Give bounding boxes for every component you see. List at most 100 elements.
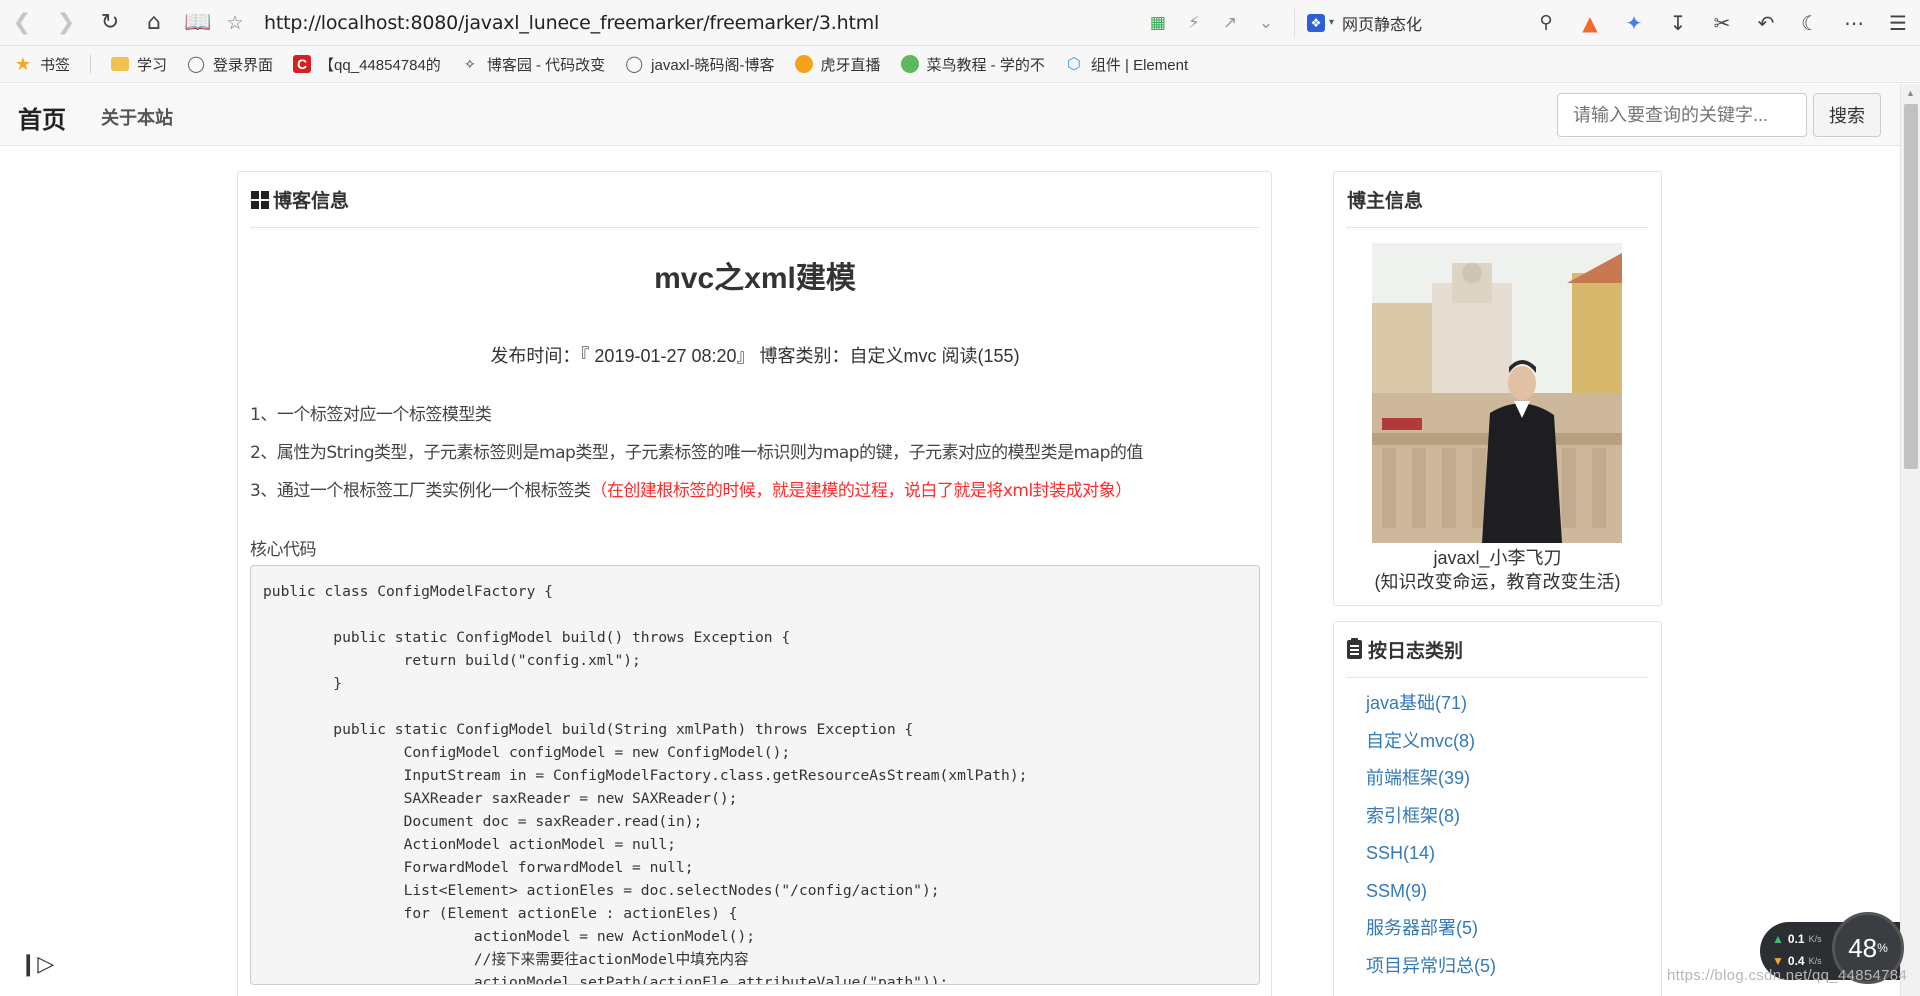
code-block: public class ConfigModelFactory { public…	[250, 565, 1260, 985]
back-button[interactable]: ❮	[0, 0, 44, 46]
element-logo-icon: ⬡	[1066, 56, 1081, 73]
star-icon: ★	[14, 53, 32, 74]
category-link[interactable]: 自定义mvc(8)	[1366, 730, 1496, 768]
url-text[interactable]: http://localhost:8080/javaxl_lunece_free…	[264, 12, 879, 34]
browser-right-tools: ⚲ ▲ ✦ ↧ ✂ ↶ ☾ ⋯ ☰	[1524, 0, 1920, 46]
paragraph-text: 1、一个标签对应一个标签模型类	[250, 405, 492, 425]
download-value: 0.4	[1787, 954, 1805, 968]
address-bar[interactable]: ☆ http://localhost:8080/javaxl_lunece_fr…	[220, 0, 1294, 46]
paragraph-text: 3、通过一个根标签工厂类实例化一个根标签类	[250, 481, 591, 501]
more-icon[interactable]: ⋯	[1832, 0, 1876, 46]
category-link[interactable]: 服务器部署(5)	[1366, 917, 1496, 955]
scissors-icon[interactable]: ✂	[1700, 0, 1744, 46]
folder-icon	[111, 57, 130, 71]
bookmark-label: 登录界面	[213, 56, 274, 74]
reload-button[interactable]: ↻	[88, 0, 132, 46]
category-panel-header: 按日志类别	[1334, 622, 1661, 677]
globe-icon: ◯	[187, 56, 205, 73]
divider	[1346, 677, 1649, 678]
article-meta: 发布时间：『 2019-01-27 08:20』 博客类别：自定义mvc 阅读(…	[490, 346, 1020, 366]
bookmark-label: 学习	[137, 56, 168, 74]
bookmark-item[interactable]: ✧ 博客园 - 代码改变	[461, 54, 605, 75]
web-page: 首页 关于本站 搜索 博客信息 mvc之xml建模 发布时间：『 2019-01…	[0, 84, 1900, 996]
scrollbar-thumb[interactable]	[1904, 104, 1918, 469]
baidu-paw-icon: ❖	[1306, 13, 1325, 32]
page-scrollbar[interactable]: ▲	[1900, 84, 1920, 996]
bookmark-label: 组件 | Element	[1090, 56, 1189, 74]
blog-panel-title: 博客信息	[273, 191, 350, 212]
author-panel-title: 博主信息	[1347, 191, 1424, 212]
bookmark-item[interactable]: ◯ javaxl-晓码阁-博客	[625, 54, 774, 75]
download-icon[interactable]: ↧	[1656, 0, 1700, 46]
upload-arrow-icon: ▲	[1772, 932, 1784, 946]
home-button[interactable]: ⌂	[132, 0, 176, 46]
bookmark-item[interactable]: C 【qq_44854784的	[293, 54, 441, 75]
bookmark-separator	[90, 55, 92, 73]
search-engine-label: 网页静态化	[1341, 16, 1422, 34]
scroll-up-icon[interactable]: ▲	[1901, 84, 1920, 102]
category-link[interactable]: 项目异常归总(5)	[1366, 955, 1496, 993]
bookmark-item[interactable]: ⬡ 组件 | Element	[1065, 54, 1188, 75]
reader-view-icon[interactable]: ▦	[1140, 0, 1176, 46]
game-controller-icon[interactable]: ▲	[1568, 0, 1612, 46]
bookmark-label: 菜鸟教程 - 学的不	[926, 56, 1045, 74]
category-panel-title: 按日志类别	[1368, 641, 1464, 662]
author-panel: 博主信息 javaxl_小李飞刀 (知识改变命运，教育改变生活)	[1333, 171, 1662, 606]
dropdown-arrow-icon: ▾	[1328, 17, 1334, 28]
category-list: java基础(71) 自定义mvc(8) 前端框架(39) 索引框架(8) SS…	[1366, 692, 1496, 992]
reading-mode-button[interactable]: 📖	[176, 0, 220, 46]
watermark: https://blog.csdn.net/qq_44854784	[1667, 967, 1908, 984]
nav-home-link[interactable]: 首页	[18, 100, 66, 135]
author-photo	[1372, 243, 1622, 543]
divider	[250, 227, 1259, 228]
article-paragraph: 2、属性为String类型，子元素标签则是map类型，子元素标签的唯一标识则为m…	[250, 438, 1143, 463]
bookmark-item[interactable]: 虎牙直播	[794, 54, 881, 75]
forward-button[interactable]: ❯	[44, 0, 88, 46]
category-link[interactable]: SSM(9)	[1366, 880, 1496, 918]
article-paragraph: 1、一个标签对应一个标签模型类	[250, 400, 492, 425]
sidebar-toggle-icon[interactable]: ❙▷	[19, 952, 54, 977]
upload-speed: ▲ 0.1 K/s	[1772, 932, 1822, 946]
search-engine-selector[interactable]: ❖ ▾ 网页静态化	[1293, 8, 1434, 37]
site-navbar: 首页 关于本站 搜索	[0, 84, 1900, 146]
lightning-icon[interactable]: ⚡	[1176, 0, 1212, 46]
bookmark-label: 博客园 - 代码改变	[486, 56, 606, 74]
category-link[interactable]: 前端框架(39)	[1366, 767, 1496, 805]
paragraph-text: 2、属性为String类型，子元素标签则是map类型，子元素标签的唯一标识则为m…	[250, 443, 1143, 463]
code-content: public class ConfigModelFactory { public…	[263, 583, 1028, 985]
article-paragraph: 3、通过一个根标签工厂类实例化一个根标签类（在创建根标签的时候，就是建模的过程，…	[250, 476, 1132, 501]
search-button[interactable]: 搜索	[1813, 93, 1881, 137]
bookmark-item[interactable]: 菜鸟教程 - 学的不	[900, 54, 1045, 75]
download-speed: ▼ 0.4 K/s	[1772, 954, 1822, 968]
bookmark-item[interactable]: ◯ 登录界面	[187, 54, 273, 75]
bookmark-star-icon[interactable]: ☆	[220, 0, 250, 46]
search-icon[interactable]: ⚲	[1524, 0, 1568, 46]
bookmark-label: 书签	[40, 56, 71, 74]
category-link[interactable]: SSH(14)	[1366, 842, 1496, 880]
bird-icon[interactable]: ✦	[1612, 0, 1656, 46]
gauge-unit: %	[1877, 941, 1888, 955]
author-avatar	[1372, 243, 1622, 543]
category-link[interactable]: java基础(71)	[1366, 692, 1496, 730]
cnblogs-logo-icon: ✧	[463, 55, 476, 72]
huya-logo-icon	[794, 55, 813, 73]
highlighted-text: （在创建根标签的时候，就是建模的过程，说白了就是将xml封装成对象）	[590, 481, 1132, 501]
search-input[interactable]	[1557, 93, 1807, 137]
article-title: mvc之xml建模	[654, 262, 856, 295]
bookmark-item[interactable]: 学习	[111, 54, 167, 75]
download-unit: K/s	[1808, 956, 1822, 966]
nav-about-link[interactable]: 关于本站	[101, 104, 173, 130]
share-icon[interactable]: ↗	[1212, 0, 1248, 46]
undo-icon[interactable]: ↶	[1744, 0, 1788, 46]
download-arrow-icon: ▼	[1772, 954, 1784, 968]
category-link[interactable]: 索引框架(8)	[1366, 805, 1496, 843]
csdn-logo-icon: C	[293, 55, 312, 73]
gauge-value: 48	[1848, 932, 1878, 963]
bookmark-item[interactable]: ★ 书签	[14, 53, 92, 75]
menu-icon[interactable]: ☰	[1876, 0, 1920, 46]
chevron-down-icon[interactable]: ⌄	[1248, 0, 1284, 46]
divider	[1346, 227, 1649, 228]
bookmark-label: 【qq_44854784的	[319, 56, 441, 74]
night-mode-icon[interactable]: ☾	[1788, 0, 1832, 46]
browser-toolbar: ❮ ❯ ↻ ⌂ 📖 ☆ http://localhost:8080/javaxl…	[0, 0, 1920, 46]
